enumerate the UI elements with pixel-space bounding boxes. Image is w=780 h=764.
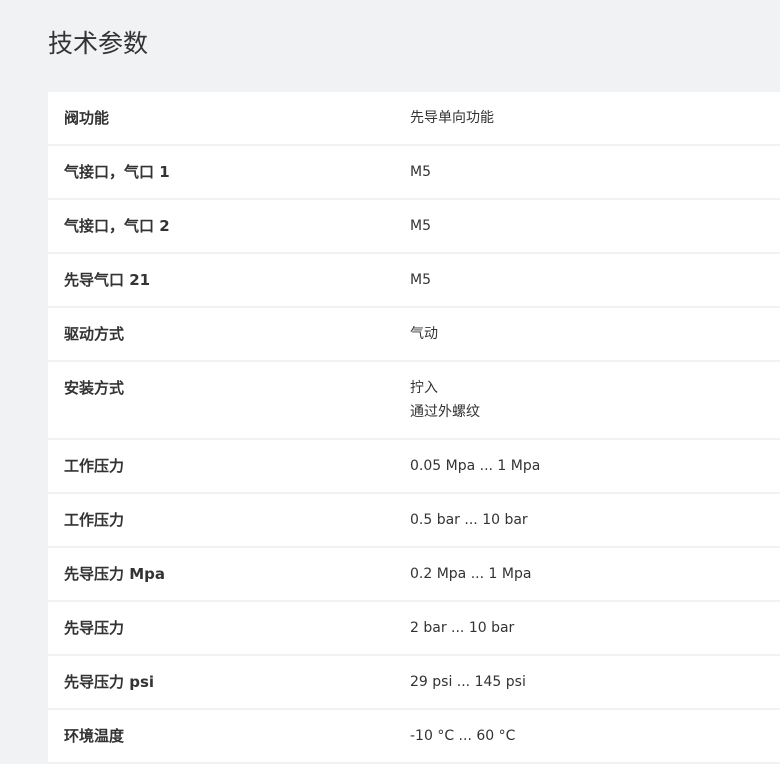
spec-value: 0.5 bar ... 10 bar — [410, 508, 780, 546]
spec-row: 安装方式 拧入 通过外螺纹 — [48, 362, 780, 440]
spec-value-line: M5 — [410, 164, 431, 180]
spec-label: 先导压力 Mpa — [64, 565, 166, 583]
spec-value: 0.2 Mpa ... 1 Mpa — [410, 562, 780, 600]
spec-value-line: 0.05 Mpa ... 1 Mpa — [410, 458, 541, 474]
spec-value: M5 — [410, 214, 780, 252]
spec-row: 先导压力 2 bar ... 10 bar — [48, 602, 780, 656]
spec-value: 2 bar ... 10 bar — [410, 616, 780, 654]
spec-label: 先导压力 — [64, 619, 125, 637]
spec-value: 0.05 Mpa ... 1 Mpa — [410, 454, 780, 492]
spec-row: 先导压力 Mpa 0.2 Mpa ... 1 Mpa — [48, 548, 780, 602]
page-title: 技术参数 — [48, 29, 149, 58]
spec-value-line: 29 psi ... 145 psi — [410, 674, 526, 690]
spec-value-line: 通过外螺纹 — [410, 404, 480, 420]
spec-value-line: M5 — [410, 272, 431, 288]
spec-row: 工作压力 0.5 bar ... 10 bar — [48, 494, 780, 548]
spec-label: 气接口，气口 1 — [64, 163, 170, 181]
spec-row: 环境温度 -10 °C ... 60 °C — [48, 710, 780, 764]
spec-value-line: 先导单向功能 — [410, 110, 494, 126]
spec-label: 气接口，气口 2 — [64, 217, 170, 235]
spec-row: 先导气口 21 M5 — [48, 254, 780, 308]
spec-row: 气接口，气口 2 M5 — [48, 200, 780, 254]
spec-row: 先导压力 psi 29 psi ... 145 psi — [48, 656, 780, 710]
spec-value: 拧入 通过外螺纹 — [410, 376, 780, 438]
spec-value-line: 拧入 — [410, 380, 438, 396]
spec-value: 先导单向功能 — [410, 106, 780, 144]
spec-value-line: 气动 — [410, 326, 438, 342]
spec-value-line: 0.2 Mpa ... 1 Mpa — [410, 566, 532, 582]
spec-value: M5 — [410, 160, 780, 198]
spec-label: 安装方式 — [64, 379, 125, 397]
spec-value-line: -10 °C ... 60 °C — [410, 728, 516, 744]
spec-row: 工作压力 0.05 Mpa ... 1 Mpa — [48, 440, 780, 494]
spec-label: 阀功能 — [64, 109, 110, 127]
spec-label: 工作压力 — [64, 511, 125, 529]
spec-value: -10 °C ... 60 °C — [410, 724, 780, 762]
spec-value: 气动 — [410, 322, 780, 360]
spec-label: 先导气口 21 — [64, 271, 151, 289]
spec-label: 驱动方式 — [64, 325, 125, 343]
spec-value-line: 2 bar ... 10 bar — [410, 620, 515, 636]
spec-value-line: 0.5 bar ... 10 bar — [410, 512, 528, 528]
spec-row: 驱动方式 气动 — [48, 308, 780, 362]
spec-row: 气接口，气口 1 M5 — [48, 146, 780, 200]
spec-label: 工作压力 — [64, 457, 125, 475]
spec-value: 29 psi ... 145 psi — [410, 670, 780, 708]
spec-value: M5 — [410, 268, 780, 306]
spec-row: 阀功能 先导单向功能 — [48, 92, 780, 146]
spec-value-line: M5 — [410, 218, 431, 234]
spec-label: 先导压力 psi — [64, 673, 155, 691]
spec-label: 环境温度 — [64, 727, 125, 745]
spec-table: 阀功能 先导单向功能 气接口，气口 1 M5 气接口，气口 2 M5 先导气口 … — [48, 92, 780, 764]
